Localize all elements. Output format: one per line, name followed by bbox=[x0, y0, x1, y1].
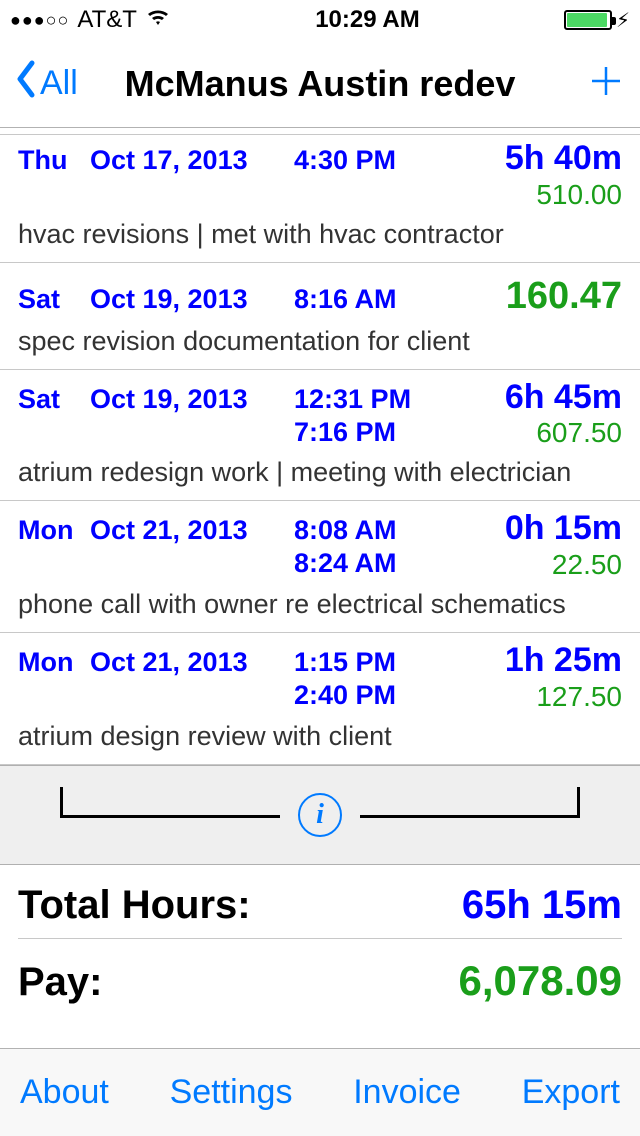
status-right: ⚡︎ bbox=[564, 8, 630, 33]
entry-start-time: 4:30 PM bbox=[294, 145, 396, 176]
chevron-left-icon bbox=[14, 59, 38, 108]
total-pay-value: 6,078.09 bbox=[459, 957, 623, 1005]
info-divider: i bbox=[0, 765, 640, 865]
entry-day: Mon bbox=[18, 515, 90, 546]
page-title: McManus Austin redev bbox=[0, 63, 640, 105]
entry-amount: 22.50 bbox=[552, 549, 622, 581]
entry-right: 0h 15m22.50 bbox=[505, 511, 622, 581]
entry-right: 160.47 bbox=[506, 273, 622, 318]
status-left: ●●●○○ AT&T bbox=[10, 6, 171, 34]
back-button[interactable]: All bbox=[14, 59, 78, 108]
back-label: All bbox=[40, 64, 78, 103]
info-button[interactable]: i bbox=[298, 793, 342, 837]
entry-amount: 160.47 bbox=[506, 275, 622, 318]
time-entry[interactable]: MonOct 21, 20131:15 PM2:40 PM 1h 25m127.5… bbox=[0, 633, 640, 765]
entry-duration: 5h 40m bbox=[505, 141, 622, 177]
invoice-button[interactable]: Invoice bbox=[353, 1073, 461, 1112]
entry-day: Mon bbox=[18, 647, 90, 678]
toolbar: About Settings Invoice Export bbox=[0, 1048, 640, 1136]
entry-start-time: 1:15 PM bbox=[294, 647, 396, 678]
entry-description: spec revision documentation for client bbox=[18, 326, 622, 357]
time-entry[interactable]: ThuOct 17, 20134:30 PM 5h 40m510.00 hvac r… bbox=[0, 135, 640, 263]
entries-list: ThuOct 17, 20134:30 PM 5h 40m510.00 hvac r… bbox=[0, 134, 640, 765]
entry-day: Thu bbox=[18, 145, 90, 176]
entry-description: phone call with owner re electrical sche… bbox=[18, 589, 622, 620]
entry-description: atrium design review with client bbox=[18, 721, 622, 752]
entry-date: Oct 19, 2013 bbox=[90, 384, 290, 415]
entry-right: 5h 40m510.00 bbox=[505, 171, 622, 211]
entry-times: 1:15 PM2:40 PM bbox=[294, 647, 434, 711]
bracket-left-icon bbox=[60, 793, 280, 837]
entry-description: hvac revisions | met with hvac contracto… bbox=[18, 219, 622, 250]
total-pay-label: Pay: bbox=[18, 960, 103, 1005]
total-hours-label: Total Hours: bbox=[18, 883, 251, 928]
export-button[interactable]: Export bbox=[522, 1073, 620, 1112]
entry-start-time: 8:08 AM bbox=[294, 515, 397, 546]
entry-date: Oct 19, 2013 bbox=[90, 284, 290, 315]
entry-amount: 510.00 bbox=[536, 179, 622, 211]
total-pay-row: Pay: 6,078.09 bbox=[18, 939, 622, 1015]
bracket-right-icon bbox=[360, 793, 580, 837]
entry-day: Sat bbox=[18, 284, 90, 315]
signal-dots-icon: ●●●○○ bbox=[10, 10, 69, 31]
entry-times: 4:30 PM bbox=[294, 145, 434, 176]
entry-amount: 127.50 bbox=[536, 681, 622, 713]
entry-duration: 0h 15m bbox=[505, 511, 622, 547]
entry-date: Oct 21, 2013 bbox=[90, 647, 290, 678]
entry-end-time: 8:24 AM bbox=[294, 548, 397, 579]
entry-duration: 1h 25m bbox=[505, 643, 622, 679]
time-entry[interactable]: SatOct 19, 20138:16 AM 160.47 spec revisio… bbox=[0, 263, 640, 370]
entry-start-time: 12:31 PM bbox=[294, 384, 411, 415]
entry-start-time: 8:16 AM bbox=[294, 284, 397, 315]
entry-right: 6h 45m607.50 bbox=[505, 380, 622, 450]
entry-times: 8:16 AM bbox=[294, 284, 434, 315]
time-entry[interactable]: SatOct 19, 201312:31 PM7:16 PM 6h 45m607.… bbox=[0, 370, 640, 502]
charging-icon: ⚡︎ bbox=[616, 8, 630, 33]
add-button[interactable] bbox=[586, 61, 626, 106]
entry-amount: 607.50 bbox=[536, 417, 622, 449]
status-time: 10:29 AM bbox=[315, 6, 419, 34]
nav-bar: All McManus Austin redev bbox=[0, 40, 640, 128]
status-bar: ●●●○○ AT&T 10:29 AM ⚡︎ bbox=[0, 0, 640, 40]
settings-button[interactable]: Settings bbox=[170, 1073, 293, 1112]
entry-day: Sat bbox=[18, 384, 90, 415]
time-entry[interactable]: MonOct 21, 20138:08 AM8:24 AM 0h 15m22.50… bbox=[0, 501, 640, 633]
entry-right: 1h 25m127.50 bbox=[505, 643, 622, 713]
about-button[interactable]: About bbox=[20, 1073, 109, 1112]
battery-icon bbox=[564, 10, 612, 30]
entry-times: 8:08 AM8:24 AM bbox=[294, 515, 434, 579]
entry-date: Oct 17, 2013 bbox=[90, 145, 290, 176]
total-hours-value: 65h 15m bbox=[462, 883, 622, 928]
totals-section: Total Hours: 65h 15m Pay: 6,078.09 bbox=[0, 865, 640, 1015]
entry-times: 12:31 PM7:16 PM bbox=[294, 384, 434, 448]
entry-end-time: 7:16 PM bbox=[294, 417, 396, 448]
entry-end-time: 2:40 PM bbox=[294, 680, 396, 711]
entry-description: atrium redesign work | meeting with elec… bbox=[18, 457, 622, 488]
total-hours-row: Total Hours: 65h 15m bbox=[18, 865, 622, 938]
plus-icon bbox=[586, 61, 626, 101]
entry-duration: 6h 45m bbox=[505, 380, 622, 416]
entry-date: Oct 21, 2013 bbox=[90, 515, 290, 546]
carrier-label: AT&T bbox=[77, 6, 137, 34]
wifi-icon bbox=[145, 6, 171, 34]
